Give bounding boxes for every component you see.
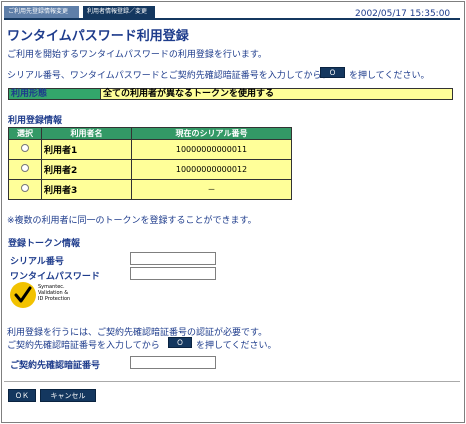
column-header-select: 選択 [8,127,42,140]
select-cell [8,179,42,200]
datetime: 2002/05/17 15:35:00 [355,9,451,19]
user-name: 利用者2 [41,159,132,180]
tab-contractor-info[interactable]: ご利用先登録情報変更 [4,6,79,18]
token-info-title: 登録トークン情報 [8,239,81,249]
usage-mode-row: 利用形態 全ての利用者が異なるトークンを使用する [8,88,453,100]
usage-mode-label: 利用形態 [9,89,101,99]
column-header-user: 利用者名 [41,127,132,140]
table-row: 利用者1 10000000000011 [8,139,292,160]
usage-mode-value: 全ての利用者が異なるトークンを使用する [101,89,452,99]
otp-input[interactable] [130,267,216,280]
user-radio[interactable] [21,164,29,172]
cancel-button[interactable]: キャンセル [40,389,96,402]
symantec-vip-logo: Symantec. Validation & ID Protection [10,282,72,308]
serial-number: － [131,179,292,200]
logo-text: Symantec. Validation & ID Protection [38,284,71,302]
serial-number: 10000000000012 [131,159,292,180]
user-name: 利用者1 [41,139,132,160]
user-name: 利用者3 [41,179,132,200]
column-header-serial: 現在のシリアル番号 [131,127,292,140]
registration-info-title: 利用登録情報 [8,116,63,126]
page-title: ワンタイムパスワード利用登録 [7,29,189,44]
serial-number-label: シリアル番号 [10,257,64,267]
tab-user-info[interactable]: 利用者情報登録／変更 [83,6,155,18]
intro-line-2-before: シリアル番号、ワンタイムパスワードとご契約先確認暗証番号を入力してから、 [7,71,331,81]
serial-number: 10000000000011 [131,139,292,160]
table-row: 利用者3 － [8,179,292,200]
auth-line-2-before: ご契約先確認暗証番号を入力してから [7,341,160,351]
user-radio[interactable] [21,184,29,192]
multi-user-note: ※複数の利用者に同一のトークンを登録することができます。 [7,216,257,226]
serial-number-input[interactable] [130,252,216,265]
users-table: 選択 利用者名 現在のシリアル番号 利用者1 10000000000011 利用… [8,127,292,200]
inline-ok-sample: ＯＫ [320,67,345,88]
inline-ok-sample-2: ＯＫ [168,337,192,358]
auth-line-1: 利用登録を行うには、ご契約先確認暗証番号の認証が必要です。 [7,328,268,338]
auth-line-2-after: を押してください。 [196,341,277,351]
checkmark-icon [10,282,36,308]
otp-label: ワンタイムパスワード [10,272,100,282]
contract-pin-input[interactable] [130,356,216,369]
footer-divider [4,381,460,382]
user-radio[interactable] [21,144,29,152]
intro-line-2-after: を押してください。 [349,71,430,81]
table-header-row: 選択 利用者名 現在のシリアル番号 [8,127,292,140]
intro-line-1: ご利用を開始するワンタイムパスワードの利用登録を行います。 [7,50,267,60]
select-cell [8,159,42,180]
table-row: 利用者2 10000000000012 [8,159,292,180]
contract-pin-label: ご契約先確認暗証番号 [10,361,101,371]
select-cell [8,139,42,160]
ok-button[interactable]: ＯＫ [8,389,36,402]
